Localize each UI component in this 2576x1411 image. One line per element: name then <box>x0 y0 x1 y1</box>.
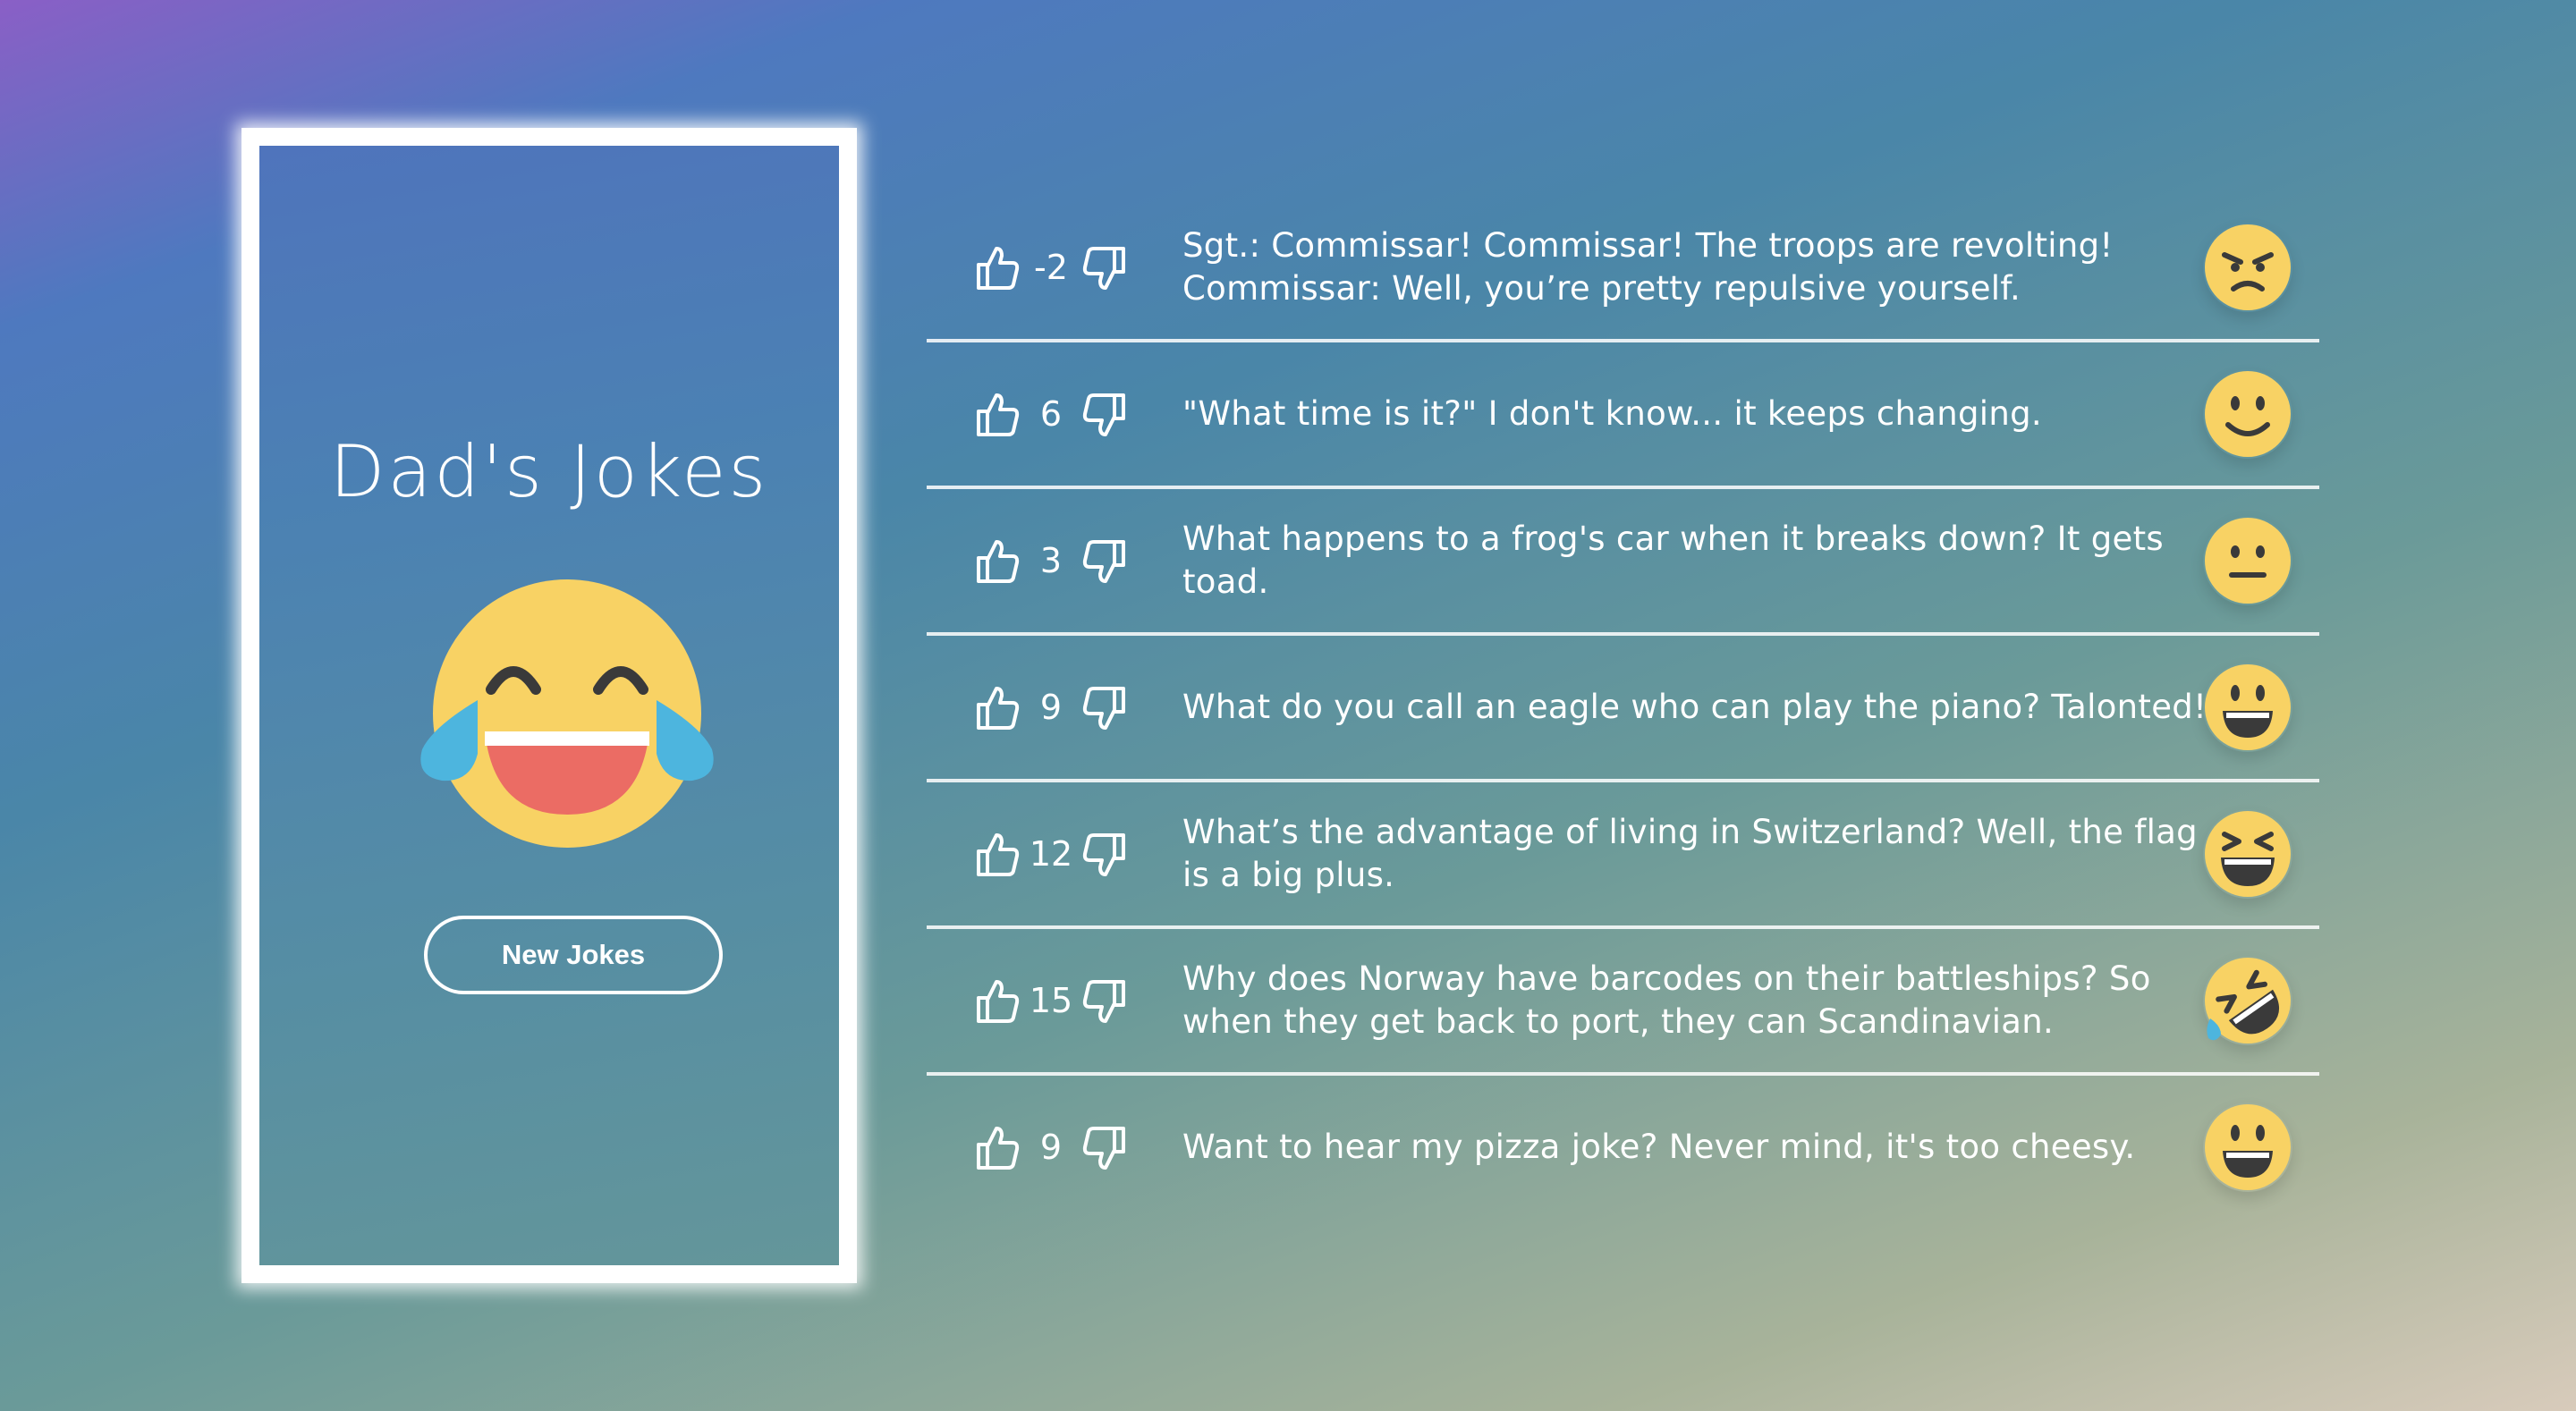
joke-text: "What time is it?" I don't know... it ke… <box>1182 394 2042 433</box>
joke-row: 9 Want to hear my pizza joke? Never mind… <box>927 1076 2319 1222</box>
joke-text: Why does Norway have barcodes on their b… <box>1182 959 2151 1041</box>
joke-text: What do you call an eagle who can play t… <box>1182 688 2207 726</box>
joke-row: 6 "What time is it?" I don't know... it … <box>927 342 2319 489</box>
vote-controls: -2 <box>927 196 1159 339</box>
laughing-squinting-face-icon <box>2203 809 2292 899</box>
joke-row: 3 What happens to a frog's car when it b… <box>927 489 2319 636</box>
rolling-on-floor-laughing-icon <box>2203 956 2292 1045</box>
joke-score: 9 <box>1039 1128 1063 1167</box>
tears-of-joy-icon <box>415 575 719 852</box>
joke-row: 9 What do you call an eagle who can play… <box>927 636 2319 782</box>
joke-score: 6 <box>1039 394 1063 434</box>
new-jokes-button[interactable]: New Jokes <box>424 916 723 994</box>
joke-score: 15 <box>1029 981 1073 1020</box>
joke-score: 3 <box>1039 541 1063 580</box>
thumbs-down-icon[interactable] <box>1082 685 1129 731</box>
joke-text: What happens to a frog's car when it bre… <box>1182 520 2164 601</box>
joke-score: 12 <box>1029 834 1073 874</box>
grinning-face-icon <box>2203 1103 2292 1192</box>
joke-score: 9 <box>1039 688 1063 727</box>
thumbs-up-icon[interactable] <box>973 978 1020 1025</box>
joke-score: -2 <box>1034 248 1068 287</box>
vote-controls: 15 <box>927 929 1159 1072</box>
sidebar-card: Dad's Jokes New Jokes <box>242 128 857 1283</box>
vote-controls: 3 <box>927 489 1159 632</box>
thumbs-up-icon[interactable] <box>973 685 1020 731</box>
joke-row: 12 What’s the advantage of living in Swi… <box>927 782 2319 929</box>
thumbs-up-icon[interactable] <box>973 1125 1020 1171</box>
thumbs-down-icon[interactable] <box>1082 538 1129 585</box>
grinning-face-icon <box>2203 663 2292 752</box>
joke-text: What’s the advantage of living in Switze… <box>1182 813 2198 894</box>
thumbs-down-icon[interactable] <box>1082 392 1129 438</box>
app-title: Dad's Jokes <box>329 430 769 513</box>
angry-face-icon <box>2203 223 2292 312</box>
joke-row: 15 Why does Norway have barcodes on thei… <box>927 929 2319 1076</box>
thumbs-up-icon[interactable] <box>973 538 1020 585</box>
vote-controls: 9 <box>927 1076 1159 1219</box>
thumbs-up-icon[interactable] <box>973 392 1020 438</box>
joke-row: -2 Sgt.: Commissar! Commissar! The troop… <box>927 196 2319 342</box>
neutral-face-icon <box>2203 516 2292 605</box>
thumbs-down-icon[interactable] <box>1082 978 1129 1025</box>
vote-controls: 12 <box>927 782 1159 925</box>
jokes-list: -2 Sgt.: Commissar! Commissar! The troop… <box>927 196 2319 1222</box>
joke-text: Sgt.: Commissar! Commissar! The troops a… <box>1182 226 2114 308</box>
vote-controls: 9 <box>927 636 1159 779</box>
vote-controls: 6 <box>927 342 1159 486</box>
slightly-smiling-face-icon <box>2203 369 2292 459</box>
thumbs-down-icon[interactable] <box>1082 245 1129 291</box>
thumbs-down-icon[interactable] <box>1082 1125 1129 1171</box>
thumbs-up-icon[interactable] <box>973 245 1020 291</box>
thumbs-up-icon[interactable] <box>973 832 1020 878</box>
joke-text: Want to hear my pizza joke? Never mind, … <box>1182 1128 2136 1166</box>
thumbs-down-icon[interactable] <box>1082 832 1129 878</box>
